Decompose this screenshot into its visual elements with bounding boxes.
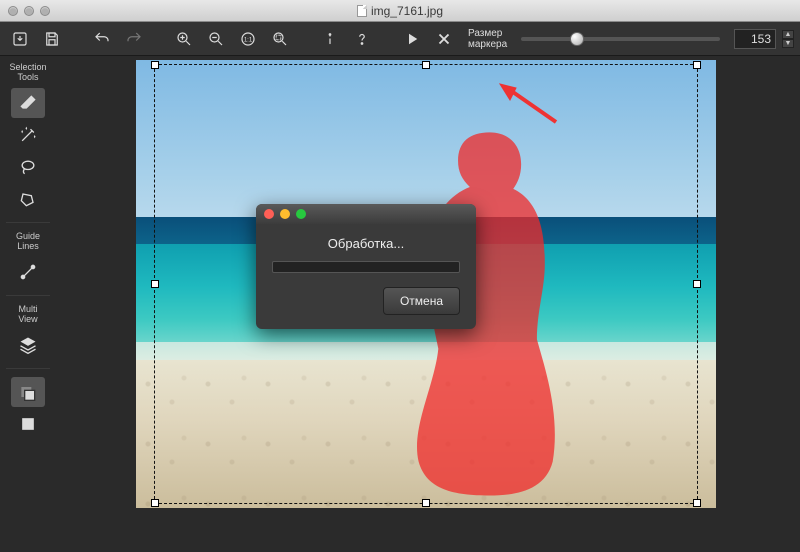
marker-size-slider[interactable]	[521, 37, 720, 41]
layers-button[interactable]	[11, 330, 45, 360]
crop-handle-se[interactable]	[693, 499, 701, 507]
magic-wand-tool[interactable]	[11, 120, 45, 150]
import-button[interactable]	[6, 26, 34, 52]
sidebar-section-selection: Selection Tools	[9, 62, 46, 82]
guide-line-tool[interactable]	[11, 257, 45, 287]
dialog-titlebar[interactable]	[256, 204, 476, 224]
play-button[interactable]	[398, 26, 426, 52]
polygon-lasso-tool[interactable]	[11, 184, 45, 214]
top-toolbar: 1:1 Размер маркера ▲ ▼	[0, 22, 800, 56]
save-button[interactable]	[38, 26, 66, 52]
cancel-action-button[interactable]	[430, 26, 458, 52]
sidebar-section-multi: Multi View	[18, 304, 37, 324]
crop-handle-e[interactable]	[693, 280, 701, 288]
window-titlebar: img_7161.jpg	[0, 0, 800, 22]
crop-handle-nw[interactable]	[151, 61, 159, 69]
dialog-zoom-button[interactable]	[296, 209, 306, 219]
compare-view-button[interactable]	[11, 377, 45, 407]
slider-thumb[interactable]	[570, 32, 584, 46]
document-icon	[357, 5, 367, 17]
stepper-up-icon[interactable]: ▲	[782, 30, 794, 39]
crop-handle-sw[interactable]	[151, 499, 159, 507]
progress-bar	[272, 261, 460, 273]
dialog-minimize-button[interactable]	[280, 209, 290, 219]
stepper-down-icon[interactable]: ▼	[782, 39, 794, 48]
marker-size-input[interactable]	[734, 29, 776, 49]
single-view-button[interactable]	[11, 409, 45, 439]
crop-handle-ne[interactable]	[693, 61, 701, 69]
annotation-arrow	[496, 82, 566, 137]
window-close-button[interactable]	[8, 6, 18, 16]
canvas-area[interactable]: Обработка... Отмена	[56, 56, 800, 552]
marker-size-label: Размер маркера	[468, 28, 507, 50]
dialog-close-button[interactable]	[264, 209, 274, 219]
zoom-in-button[interactable]	[170, 26, 198, 52]
window-zoom-button[interactable]	[40, 6, 50, 16]
marker-size-stepper[interactable]: ▲ ▼	[782, 30, 794, 48]
info-button[interactable]	[316, 26, 344, 52]
crop-handle-n[interactable]	[422, 61, 430, 69]
left-sidebar: Selection Tools Guide Lines Multi View	[0, 56, 56, 552]
svg-text:1:1: 1:1	[244, 37, 253, 43]
zoom-out-button[interactable]	[202, 26, 230, 52]
dialog-title: Обработка...	[272, 236, 460, 251]
processing-dialog: Обработка... Отмена	[256, 204, 476, 329]
dialog-cancel-button[interactable]: Отмена	[383, 287, 460, 315]
zoom-actual-button[interactable]: 1:1	[234, 26, 262, 52]
lasso-tool[interactable]	[11, 152, 45, 182]
window-title: img_7161.jpg	[371, 4, 443, 18]
eraser-tool[interactable]	[11, 88, 45, 118]
window-minimize-button[interactable]	[24, 6, 34, 16]
help-button[interactable]	[348, 26, 376, 52]
redo-button[interactable]	[120, 26, 148, 52]
crop-handle-s[interactable]	[422, 499, 430, 507]
crop-handle-w[interactable]	[151, 280, 159, 288]
sidebar-section-guide: Guide Lines	[16, 231, 40, 251]
zoom-fit-button[interactable]	[266, 26, 294, 52]
undo-button[interactable]	[88, 26, 116, 52]
